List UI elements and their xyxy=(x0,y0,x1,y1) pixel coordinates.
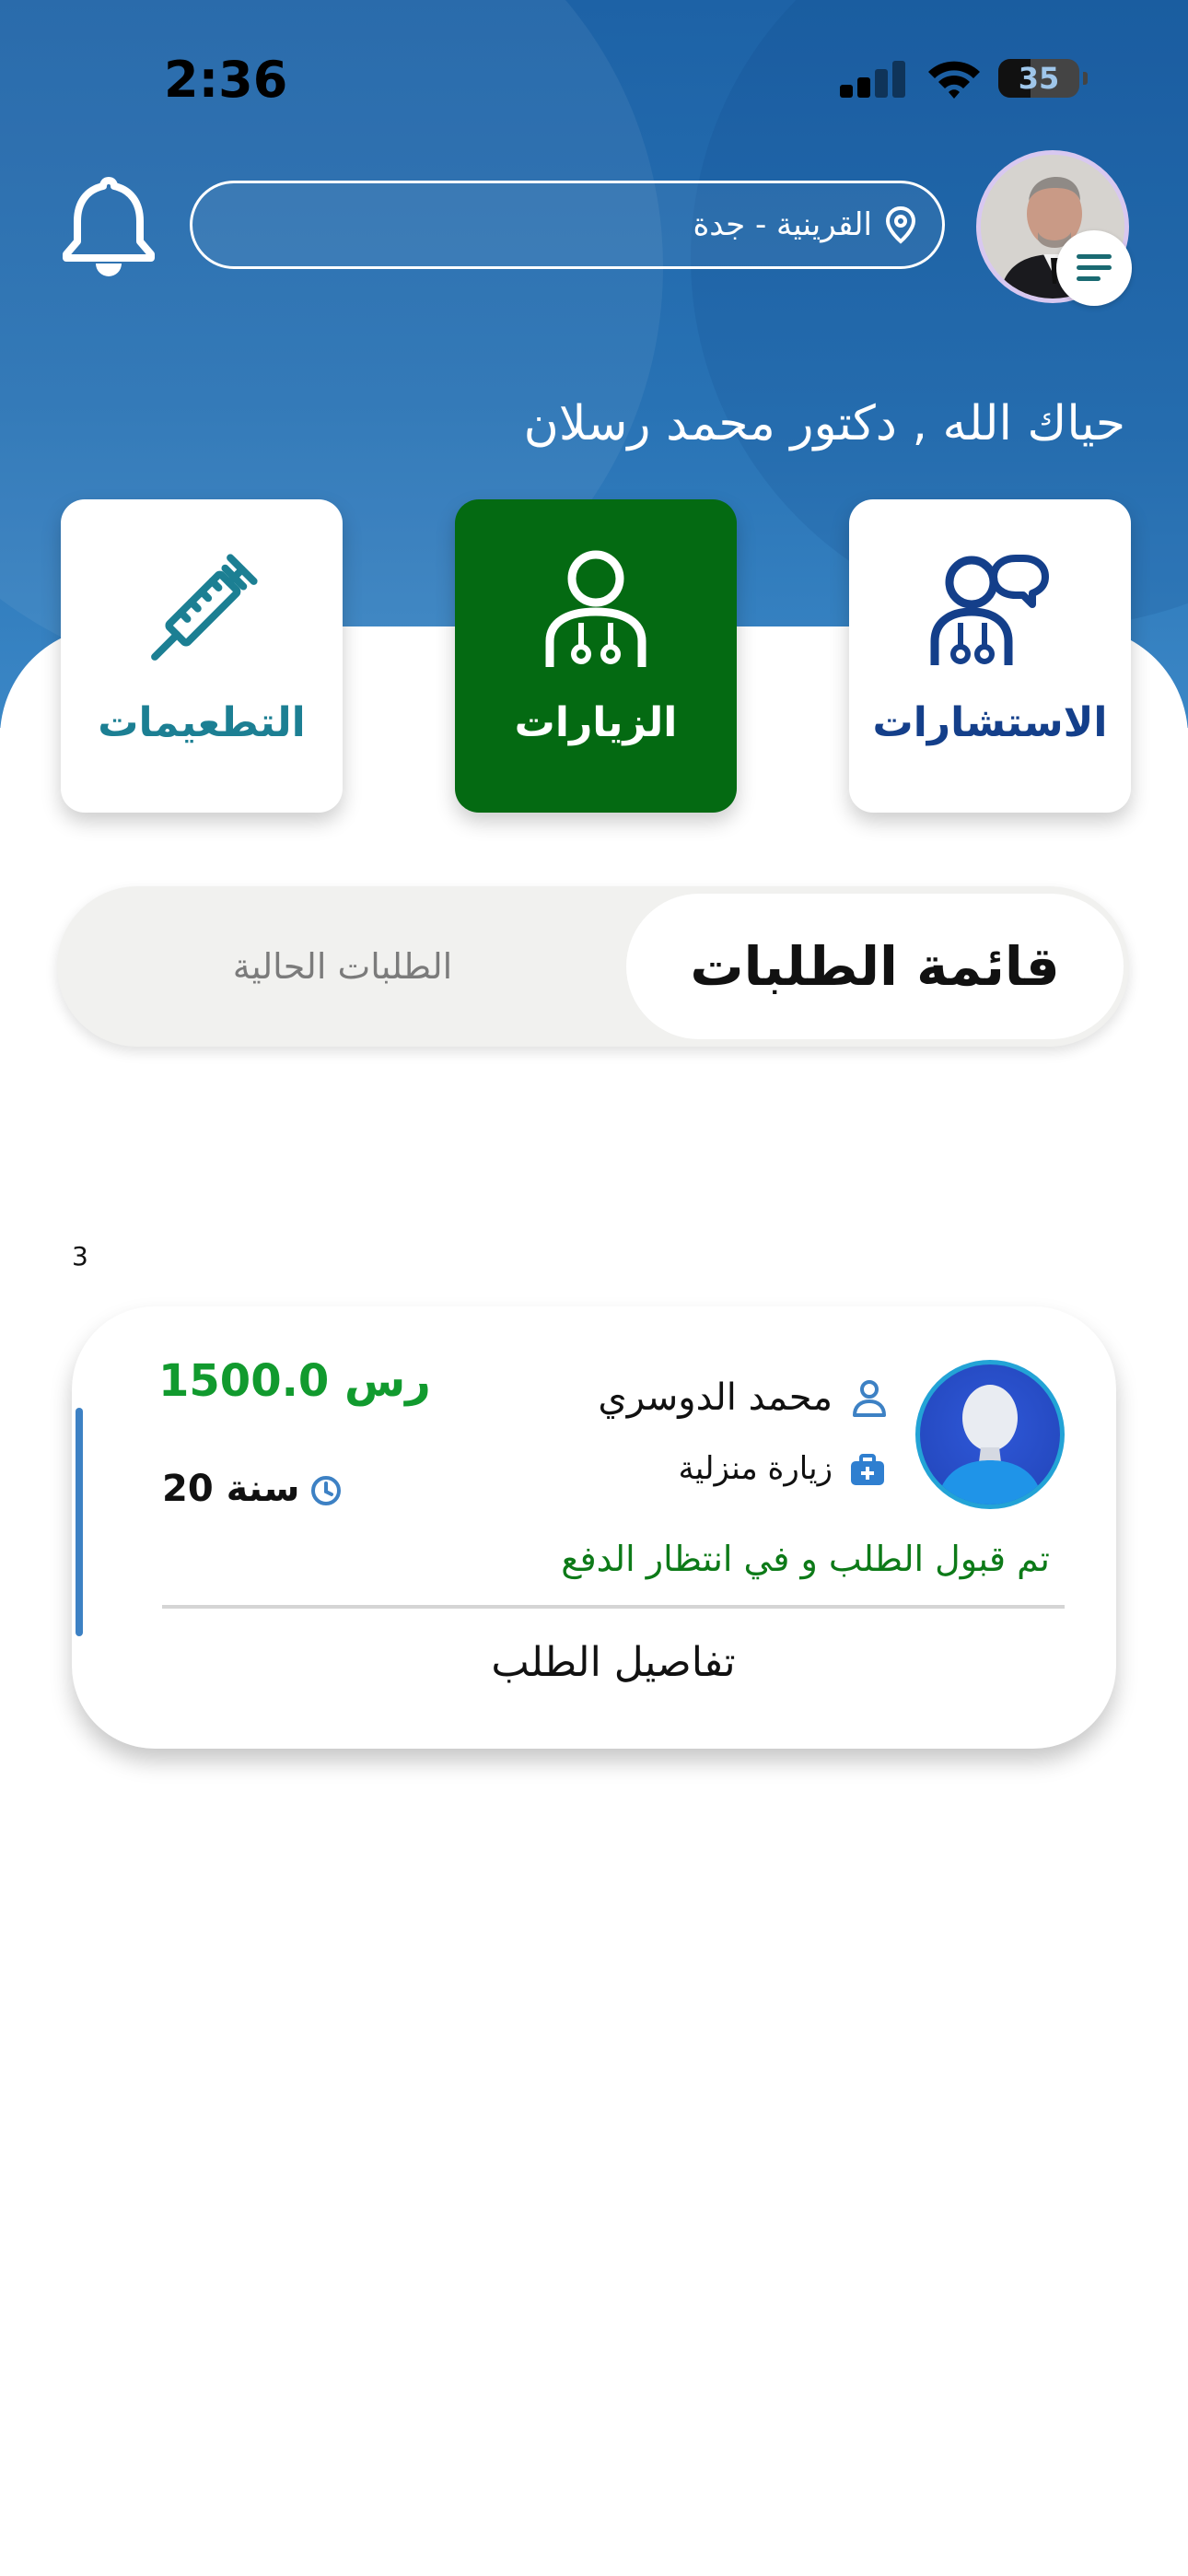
tab-requests-list[interactable]: قائمة الطلبات xyxy=(626,894,1124,1039)
consultation-icon xyxy=(930,555,1049,665)
request-card-accent-bar xyxy=(76,1408,83,1636)
service-card-vaccinations[interactable]: التطعيمات xyxy=(61,499,343,813)
request-price: 1500.0 رس xyxy=(158,1355,431,1407)
visit-type: زيارة منزلية xyxy=(678,1450,833,1487)
patient-age: 20 سنة xyxy=(162,1468,300,1510)
patient-avatar xyxy=(915,1360,1065,1509)
syringe-icon xyxy=(151,554,258,661)
service-label-vaccinations: التطعيمات xyxy=(98,699,306,746)
request-details-button[interactable]: تفاصيل الطلب xyxy=(162,1631,1065,1695)
service-card-consultations[interactable]: الاستشارات xyxy=(849,499,1131,813)
service-card-visits[interactable]: الزيارات xyxy=(455,499,737,813)
tab-current-requests[interactable]: الطلبات الحالية xyxy=(94,886,591,1047)
notification-bell-icon[interactable] xyxy=(61,173,157,278)
doctor-icon xyxy=(545,550,646,667)
requests-count: 3 xyxy=(72,1241,88,1271)
profile-avatar[interactable] xyxy=(976,150,1132,306)
battery-icon: 35 xyxy=(998,59,1088,98)
patient-name: محمد الدوسري xyxy=(598,1376,833,1419)
patient-placeholder-icon xyxy=(937,1385,1043,1505)
service-label-consultations: الاستشارات xyxy=(872,699,1108,746)
card-divider xyxy=(162,1605,1065,1609)
location-text: القرينية - جدة xyxy=(693,206,872,243)
signal-icon xyxy=(840,61,906,98)
medical-kit-icon xyxy=(851,1454,884,1485)
menu-button[interactable] xyxy=(1056,230,1132,306)
service-label-visits: الزيارات xyxy=(514,699,678,746)
user-icon xyxy=(853,1380,886,1417)
location-selector[interactable]: القرينية - جدة xyxy=(190,181,945,269)
request-status: تم قبول الطلب و في انتظار الدفع xyxy=(561,1539,1050,1579)
requests-tabs: الطلبات الحالية قائمة الطلبات xyxy=(57,886,1129,1047)
battery-level: 35 xyxy=(1018,61,1060,96)
clock-icon xyxy=(311,1476,341,1505)
location-pin-icon xyxy=(885,205,916,244)
status-time: 2:36 xyxy=(164,51,288,109)
menu-lines-icon xyxy=(1077,254,1112,281)
status-icons: 35 xyxy=(840,55,1089,101)
wifi-icon xyxy=(928,61,980,99)
greeting-text: حياك الله , دكتور محمد رسلان xyxy=(523,396,1125,451)
